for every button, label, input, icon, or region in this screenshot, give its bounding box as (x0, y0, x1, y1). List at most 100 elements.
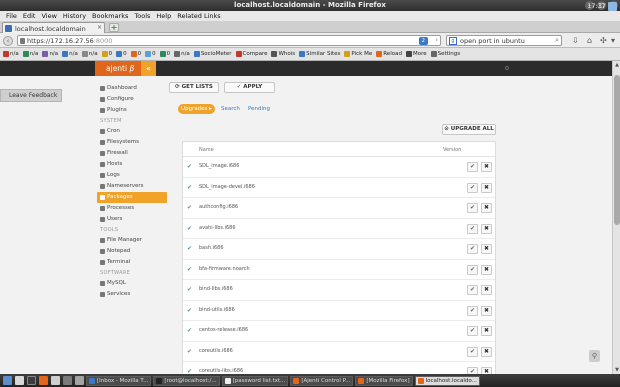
bookmark-item[interactable]: 0 (159, 51, 170, 57)
menu-tools[interactable]: Tools (131, 11, 153, 21)
tab-pending[interactable]: Pending (248, 104, 270, 114)
menu-history[interactable]: History (60, 11, 89, 21)
select-upgrade-button[interactable]: ✔ (467, 203, 478, 213)
bookmark-item[interactable]: n/a (174, 51, 190, 57)
taskbar-window-button[interactable]: [Mozilla Firefox] (355, 375, 413, 386)
taskbar-window-button[interactable]: [root@localhost:/... (153, 375, 220, 386)
scroll-down-icon[interactable]: ▼ (613, 367, 620, 373)
bookmark-item[interactable]: Reload (376, 51, 402, 57)
search-icon[interactable]: ⌕ (555, 36, 559, 45)
skip-upgrade-button[interactable]: ✖ (481, 182, 492, 193)
menu-icon[interactable]: ▾ (611, 36, 615, 45)
taskbar-window-button[interactable]: [password list.txt... (221, 375, 289, 386)
taskbar-window-button[interactable]: [Inbox - Mozilla T... (86, 375, 152, 386)
close-tab-icon[interactable]: × (97, 24, 102, 31)
bookmark-item[interactable]: Whois (271, 51, 295, 57)
select-upgrade-button[interactable]: ✔ (467, 285, 478, 295)
sidebar-item[interactable]: Plugins (97, 105, 167, 116)
bookmark-item[interactable]: SocioMeter (193, 51, 232, 57)
tools-icon[interactable]: ✣ (600, 36, 607, 45)
sidebar-item[interactable]: Filesystems (97, 137, 167, 148)
start-menu-icon[interactable] (3, 376, 12, 385)
bookmark-item[interactable]: 0 (145, 51, 156, 57)
sidebar-item[interactable]: Configure (97, 94, 167, 105)
files-launcher-icon[interactable] (63, 376, 72, 385)
bookmark-item[interactable]: n/a (22, 51, 38, 57)
sidebar-item[interactable]: Firewall (97, 148, 167, 159)
select-upgrade-button[interactable]: ✔ (467, 367, 478, 374)
select-upgrade-button[interactable]: ✔ (467, 346, 478, 357)
network-tray-icon[interactable] (608, 2, 617, 11)
menu-file[interactable]: File (3, 11, 20, 21)
select-upgrade-button[interactable]: ✔ (467, 244, 478, 254)
leave-feedback-button[interactable]: Leave Feedback (0, 89, 62, 102)
search-engine-icon[interactable]: g (449, 37, 457, 45)
skip-upgrade-button[interactable]: ✖ (481, 203, 492, 213)
bookmark-item[interactable]: 0 (101, 51, 112, 57)
download-icon[interactable]: ⇩ (572, 36, 579, 45)
skip-upgrade-button[interactable]: ✖ (481, 326, 492, 336)
bookmark-item[interactable]: Settings (430, 51, 460, 57)
bookmark-item[interactable]: Compare (235, 51, 267, 57)
get-lists-button[interactable]: ⟳ GET LISTS (169, 82, 219, 93)
sidebar-item[interactable]: Notepad (97, 246, 167, 257)
url-bar[interactable]: https://172.16.27.56:8000 2 › (17, 35, 441, 46)
sidebar-item[interactable]: Terminal (97, 257, 167, 268)
url-counter-badge[interactable]: 2 (418, 37, 428, 45)
bookmark-item[interactable]: Pick Me (344, 51, 372, 57)
upgrade-all-button[interactable]: ⊙ UPGRADE ALL (442, 124, 496, 135)
skip-upgrade-button[interactable]: ✖ (481, 244, 492, 254)
scroll-up-icon[interactable]: ▲ (613, 62, 620, 68)
home-icon[interactable]: ⌂ (587, 36, 592, 45)
ajenti-logo[interactable]: ajenti β (95, 61, 141, 76)
menu-bookmarks[interactable]: Bookmarks (89, 11, 131, 21)
sidebar-item[interactable]: Packages (97, 192, 167, 203)
taskbar-window-button[interactable]: [Ajenti Control P... (290, 375, 354, 386)
skip-upgrade-button[interactable]: ✖ (481, 346, 492, 357)
select-upgrade-button[interactable]: ✔ (467, 326, 478, 336)
vertical-scrollbar[interactable]: ▲ ▼ (612, 61, 620, 374)
bookmark-item[interactable]: n/a (42, 51, 58, 57)
sidebar-item[interactable]: Dashboard (97, 83, 167, 94)
lightbulb-icon[interactable]: ⚲ (589, 350, 600, 362)
sidebar-item[interactable]: File Manager (97, 235, 167, 246)
back-icon[interactable]: ‹ (3, 36, 13, 46)
sidebar-item[interactable]: Nameservers (97, 181, 167, 192)
tab-search[interactable]: Search (221, 104, 240, 114)
select-upgrade-button[interactable]: ✔ (467, 305, 478, 316)
system-launcher-icon[interactable] (75, 376, 84, 385)
sidebar-item[interactable]: Services (97, 289, 167, 300)
bookmark-item[interactable]: 0 (130, 51, 141, 57)
select-upgrade-button[interactable]: ✔ (467, 182, 478, 193)
sidebar-item[interactable]: Users (97, 214, 167, 225)
new-tab-button[interactable]: + (109, 23, 119, 32)
bookmark-item[interactable]: Similar Sites (299, 51, 340, 57)
skip-upgrade-button[interactable]: ✖ (481, 264, 492, 275)
sidebar-item[interactable]: MySQL (97, 278, 167, 289)
skip-upgrade-button[interactable]: ✖ (481, 305, 492, 316)
sidebar-item[interactable]: Hosts (97, 159, 167, 170)
menu-view[interactable]: View (38, 11, 59, 21)
desktop-icon[interactable] (15, 376, 24, 385)
bookmark-item[interactable]: More (405, 51, 427, 57)
skip-upgrade-button[interactable]: ✖ (481, 367, 492, 374)
apply-button[interactable]: ✓ APPLY (224, 82, 275, 93)
select-upgrade-button[interactable]: ✔ (467, 223, 478, 234)
text-editor-launcher-icon[interactable] (51, 376, 60, 385)
select-upgrade-button[interactable]: ✔ (467, 264, 478, 275)
sidebar-item[interactable]: Processes (97, 203, 167, 214)
sidebar-item[interactable]: Logs (97, 170, 167, 181)
menu-help[interactable]: Help (153, 11, 174, 21)
bookmark-item[interactable]: n/a (81, 51, 98, 57)
bookmark-item[interactable]: 0 (116, 51, 127, 57)
select-upgrade-button[interactable]: ✔ (467, 162, 478, 172)
taskbar-window-button[interactable]: localhost.localdo... (414, 375, 480, 386)
skip-upgrade-button[interactable]: ✖ (481, 223, 492, 234)
search-input[interactable]: g open port in ubuntu ⌕ (446, 35, 562, 46)
scrollbar-thumb[interactable] (614, 75, 620, 225)
firefox-launcher-icon[interactable] (39, 376, 48, 385)
menu-related-links[interactable]: Related Links (174, 11, 223, 21)
go-icon[interactable]: › (435, 36, 438, 44)
menu-edit[interactable]: Edit (20, 11, 39, 21)
sidebar-item[interactable]: Cron (97, 126, 167, 137)
